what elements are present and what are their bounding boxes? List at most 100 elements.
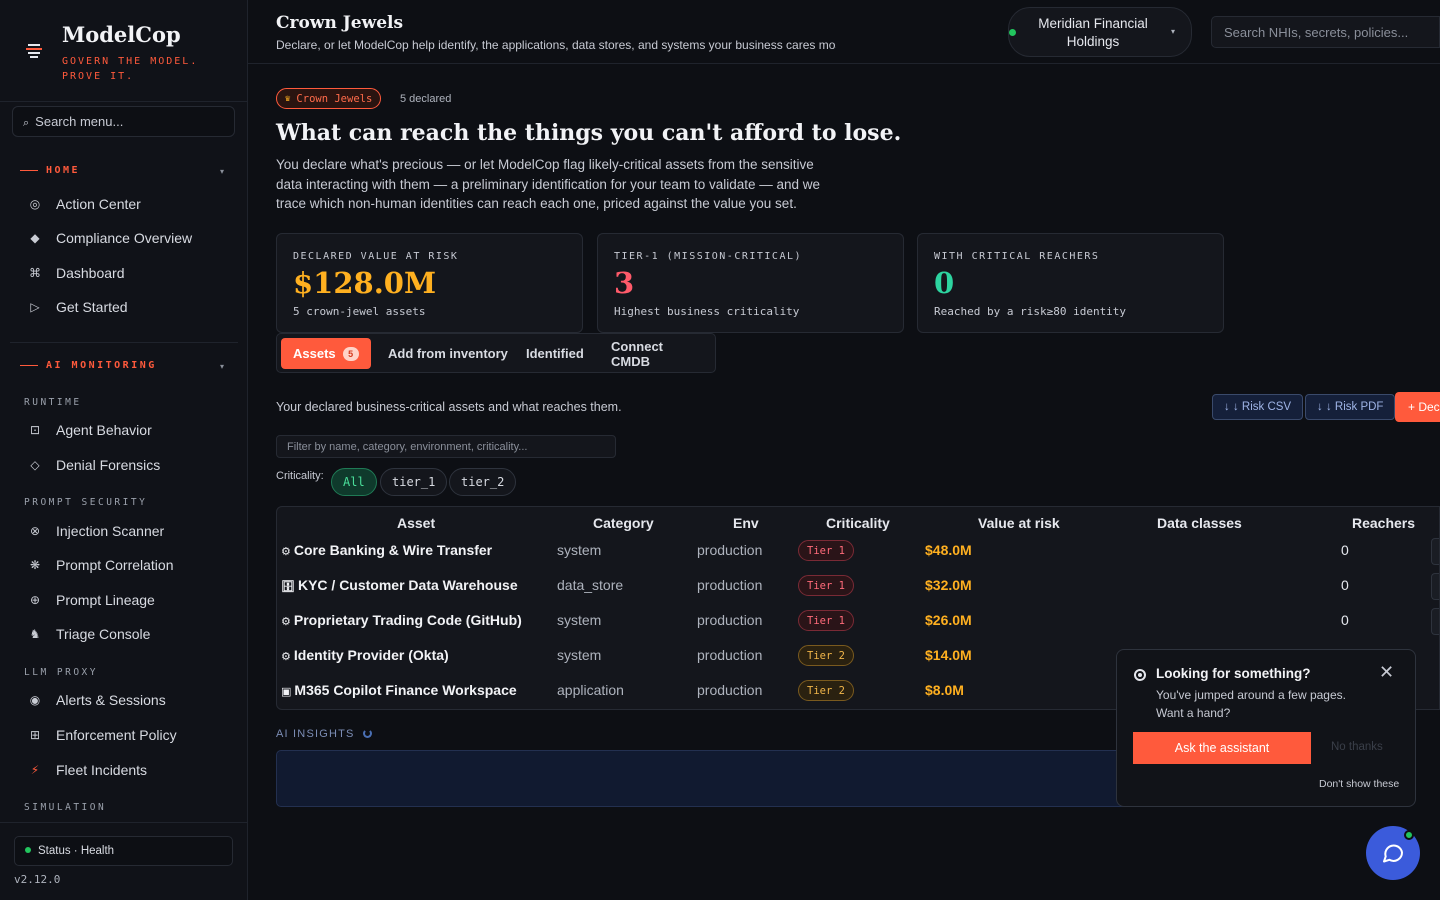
section-home[interactable]: HOME bbox=[20, 165, 80, 176]
sidebar-item-alerts-sessions[interactable]: ◉ Alerts & Sessions bbox=[28, 689, 166, 711]
tab-identified[interactable]: Identified bbox=[514, 338, 596, 369]
target-icon: ◎ bbox=[29, 197, 41, 211]
close-icon[interactable]: ✕ bbox=[1379, 662, 1394, 683]
asset-name: ⚙ Identity Provider (Okta) bbox=[281, 647, 449, 663]
ask-assistant-button[interactable]: Ask the assistant bbox=[1133, 732, 1311, 764]
group-llm-proxy: LLM PROXY bbox=[24, 667, 98, 678]
sidebar-item-triage-console[interactable]: ♞ Triage Console bbox=[28, 623, 151, 645]
dont-show-button[interactable]: Don't show these bbox=[1319, 778, 1399, 790]
hero-title: What can reach the things you can't affo… bbox=[276, 120, 902, 146]
section-ai-monitoring[interactable]: AI MONITORING bbox=[20, 360, 157, 371]
col-category[interactable]: Category bbox=[593, 515, 654, 531]
org-switcher[interactable]: Meridian Financial Holdings ▾ bbox=[1008, 7, 1192, 57]
tab-assets[interactable]: Assets 5 bbox=[281, 338, 371, 369]
col-criticality[interactable]: Criticality bbox=[826, 515, 890, 531]
value-at-risk: $8.0M bbox=[925, 682, 964, 698]
radio-target-icon bbox=[1134, 669, 1146, 681]
org-status-dot-icon bbox=[1009, 29, 1016, 36]
sidebar-item-enforcement-policy[interactable]: ⊞ Enforcement Policy bbox=[28, 724, 177, 746]
brand-name: ModelCop bbox=[62, 22, 181, 47]
asset-category: data_store bbox=[557, 577, 624, 593]
sidebar: ModelCop GOVERN THE MODEL. PROVE IT. ⌕ Se… bbox=[0, 0, 248, 900]
search-icon: ⌕ bbox=[23, 117, 30, 129]
group-prompt-security: PROMPT SECURITY bbox=[24, 497, 148, 508]
gear-icon: ⚙ bbox=[281, 616, 291, 628]
status-dot-icon bbox=[25, 847, 31, 853]
tab-connect-cmdb[interactable]: Connect CMDB bbox=[599, 338, 715, 369]
sidebar-item-dashboard[interactable]: ⌘ Dashboard bbox=[28, 262, 125, 284]
hero-description: You declare what's precious — or let Mod… bbox=[276, 157, 821, 211]
ai-insights-panel bbox=[276, 750, 1140, 807]
chat-assistant-button[interactable] bbox=[1366, 826, 1420, 880]
stat-critical-reachers: WITH CRITICAL REACHERS 0 Reached by a ri… bbox=[917, 233, 1224, 333]
atom-icon: ❋ bbox=[29, 558, 41, 572]
table-row[interactable]: ⚙ Core Banking & Wire Transfer system pro… bbox=[277, 534, 1439, 569]
sidebar-item-action-center[interactable]: ◎ Action Center bbox=[28, 193, 141, 215]
col-asset[interactable]: Asset bbox=[397, 515, 435, 531]
asset-category: application bbox=[557, 682, 624, 698]
sidebar-item-agent-behavior[interactable]: ⊡ Agent Behavior bbox=[28, 419, 152, 441]
layers-icon bbox=[24, 42, 44, 60]
tab-add-from-inventory[interactable]: Add from inventory bbox=[376, 338, 520, 369]
play-icon: ▷ bbox=[30, 300, 40, 314]
grid-icon: ⊞ bbox=[29, 728, 41, 742]
col-value-at-risk[interactable]: Value at risk bbox=[978, 515, 1060, 531]
top-header: Crown Jewels Declare, or let ModelCop he… bbox=[248, 0, 1440, 64]
table-row[interactable]: 🗄 KYC / Customer Data Warehouse data_stor… bbox=[277, 569, 1439, 604]
status-health-link[interactable]: Status · Health bbox=[14, 836, 233, 866]
database-icon: 🗄 bbox=[281, 581, 295, 593]
radio-icon: ◉ bbox=[29, 693, 41, 707]
declared-count: 5 declared bbox=[400, 93, 452, 105]
chevron-down-icon[interactable]: ▾ bbox=[220, 362, 224, 371]
row-action-button[interactable] bbox=[1431, 608, 1439, 635]
divider bbox=[10, 342, 238, 343]
tier-badge: Tier 2 bbox=[798, 680, 854, 701]
sidebar-item-compliance-overview[interactable]: ◆ Compliance Overview bbox=[28, 227, 192, 249]
chip-all[interactable]: All bbox=[331, 468, 377, 496]
sidebar-search-input[interactable]: ⌕ Search menu... bbox=[12, 106, 235, 137]
risk-csv-button[interactable]: ↓ ↓ Risk CSV bbox=[1212, 394, 1304, 420]
value-at-risk: $48.0M bbox=[925, 542, 972, 558]
tab-bar: Assets 5 Add from inventory Identified Co… bbox=[276, 333, 716, 373]
sidebar-item-get-started[interactable]: ▷ Get Started bbox=[28, 296, 127, 318]
asset-filter-input[interactable]: Filter by name, category, environment, c… bbox=[276, 435, 616, 458]
sidebar-item-injection-scanner[interactable]: ⊗ Injection Scanner bbox=[28, 520, 164, 542]
sidebar-item-prompt-correlation[interactable]: ❋ Prompt Correlation bbox=[28, 554, 174, 576]
globe-icon: ⊕ bbox=[29, 593, 41, 607]
chevron-down-icon[interactable]: ▾ bbox=[220, 167, 224, 176]
loading-spinner-icon bbox=[362, 729, 372, 738]
col-reachers[interactable]: Reachers bbox=[1352, 515, 1415, 531]
stat-value: 3 bbox=[614, 266, 635, 300]
gear-icon: ⚙ bbox=[281, 651, 291, 663]
sidebar-item-fleet-incidents[interactable]: ⚡ Fleet Incidents bbox=[28, 759, 147, 781]
asset-env: production bbox=[697, 612, 763, 628]
sidebar-item-prompt-lineage[interactable]: ⊕ Prompt Lineage bbox=[28, 589, 155, 611]
chevron-down-icon: ▾ bbox=[1171, 27, 1176, 36]
asset-name: ⚙ Core Banking & Wire Transfer bbox=[281, 542, 493, 558]
col-data-classes[interactable]: Data classes bbox=[1157, 515, 1242, 531]
list-description: Your declared business-critical assets a… bbox=[276, 400, 622, 414]
users-icon: ♞ bbox=[29, 627, 41, 641]
online-dot-icon bbox=[1404, 830, 1414, 840]
window-icon: ▣ bbox=[281, 686, 292, 698]
chip-tier-2[interactable]: tier_2 bbox=[449, 468, 517, 496]
row-action-button[interactable] bbox=[1431, 538, 1439, 565]
org-name: Meridian Financial Holdings bbox=[1038, 16, 1148, 49]
popup-title: Looking for something? bbox=[1156, 666, 1311, 681]
diamond-outline-icon: ◇ bbox=[30, 458, 40, 472]
reachers-count: 0 bbox=[1341, 542, 1349, 558]
row-action-button[interactable] bbox=[1431, 573, 1439, 600]
sidebar-item-denial-forensics[interactable]: ◇ Denial Forensics bbox=[28, 454, 160, 476]
risk-pdf-button[interactable]: ↓ ↓ Risk PDF bbox=[1305, 394, 1396, 420]
stat-value: $128.0M bbox=[293, 266, 437, 300]
chip-tier-1[interactable]: tier_1 bbox=[380, 468, 448, 496]
global-search-input[interactable]: Search NHIs, secrets, policies... bbox=[1211, 16, 1440, 48]
col-env[interactable]: Env bbox=[733, 515, 759, 531]
table-row[interactable]: ⚙ Proprietary Trading Code (GitHub) syste… bbox=[277, 604, 1439, 639]
square-dot-icon: ⊡ bbox=[29, 423, 41, 437]
no-thanks-button[interactable]: No thanks bbox=[1331, 741, 1383, 753]
crown-jewels-pill: ♛ Crown Jewels bbox=[276, 88, 382, 109]
asset-category: system bbox=[557, 647, 602, 663]
declare-button[interactable]: + Dec bbox=[1395, 392, 1440, 422]
asset-env: production bbox=[697, 577, 763, 593]
